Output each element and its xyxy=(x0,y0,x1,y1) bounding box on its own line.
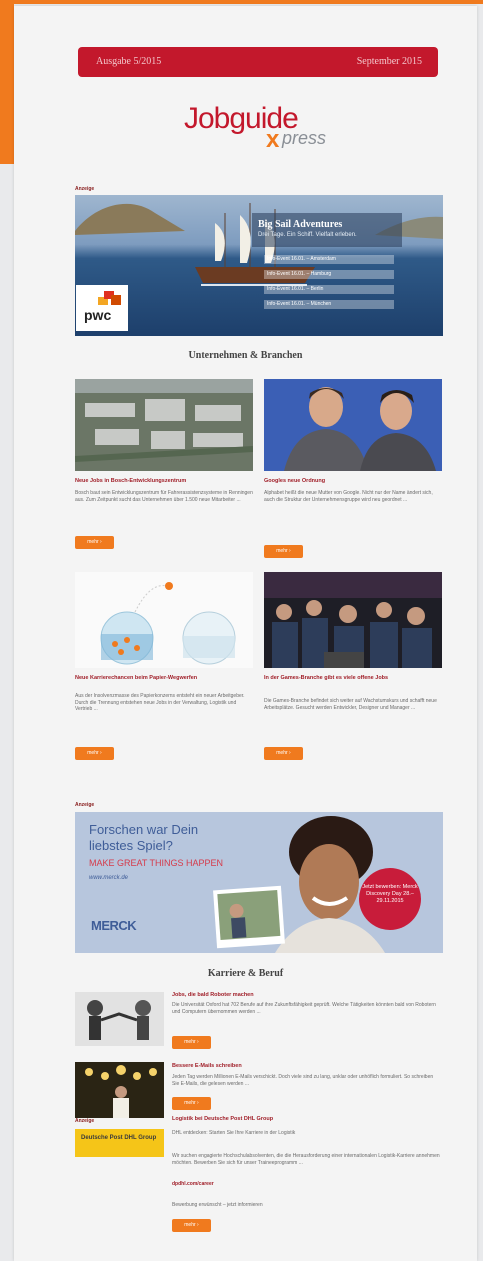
issue-label: Ausgabe 5/2015 xyxy=(96,56,162,67)
career-title[interactable]: Bessere E-Mails schreiben xyxy=(172,1063,440,1070)
ad-label: Anzeige xyxy=(75,802,95,808)
article-more-button[interactable]: mehr › xyxy=(264,747,303,760)
article-title[interactable]: Neue Jobs in Bosch-Entwicklungszentrum xyxy=(75,478,253,485)
banner-event-item[interactable]: Info-Event 16.01. – Hamburg xyxy=(264,270,394,279)
dhl-logo-text: Deutsche Post DHL Group xyxy=(81,1135,157,1141)
top-accent-bar xyxy=(0,0,483,4)
deutsche-post-dhl-logo[interactable]: Deutsche Post DHL Group xyxy=(75,1129,164,1157)
article-more-button[interactable]: mehr › xyxy=(264,545,303,558)
career-title[interactable]: Jobs, die bald Roboter machen xyxy=(172,992,440,999)
career-note: Bewerbung erwünscht – jetzt informieren xyxy=(172,1202,263,1208)
merck-url[interactable]: www.merck.de xyxy=(89,875,128,881)
logo-press-text: press xyxy=(282,128,327,148)
dhl-career-link[interactable]: dpdhl.com/career xyxy=(172,1181,440,1188)
article-teaser: Bosch baut sein Entwicklungszentrum für … xyxy=(75,490,253,503)
section-title-career: Karriere & Beruf xyxy=(207,968,284,979)
career-teaser: Die Universität Oxford hat 702 Berufe au… xyxy=(172,1002,436,1015)
career-image-lightbulbs[interactable] xyxy=(75,1062,164,1118)
merck-headline: Forschen war Dein liebstes Spiel? xyxy=(89,822,199,853)
article-image-goldfish[interactable] xyxy=(75,572,253,668)
article-image-gamers[interactable] xyxy=(264,572,442,668)
career-title[interactable]: Logistik bei Deutsche Post DHL Group xyxy=(172,1116,440,1123)
banner-event-item[interactable]: Info-Event 16.01. – Berlin xyxy=(264,285,394,294)
article-title[interactable]: Googles neue Ordnung xyxy=(264,478,442,485)
side-accent-bar xyxy=(0,0,14,164)
banner-event-item[interactable]: Info-Event 16.01. – Amsterdam xyxy=(264,255,394,264)
career-teaser: Wir suchen engagierte Hochschulabsolvent… xyxy=(172,1153,440,1166)
pwc-logo-text: pwc xyxy=(84,307,112,323)
issue-date: September 2015 xyxy=(356,56,422,67)
logo-x-text: x xyxy=(266,126,280,153)
merck-claim: MAKE GREAT THINGS HAPPEN xyxy=(89,858,224,868)
polaroid-photo xyxy=(213,885,285,949)
merck-banner[interactable]: Forschen war Dein liebstes Spiel? MAKE G… xyxy=(75,812,443,953)
career-teaser: Jeden Tag werden Millionen E-Mails versc… xyxy=(172,1074,434,1087)
article-more-button[interactable]: mehr › xyxy=(75,747,114,760)
jobguide-express-logo[interactable]: Jobguide x press xyxy=(184,102,334,162)
article-teaser: Alphabet heißt die neue Mutter von Googl… xyxy=(264,490,433,503)
article-more-button[interactable]: mehr › xyxy=(75,536,114,549)
career-more-button[interactable]: mehr › xyxy=(172,1036,211,1049)
newsletter-header-bar: Ausgabe 5/2015 September 2015 xyxy=(78,47,438,77)
banner-event-item[interactable]: Info-Event 16.01. – München xyxy=(264,300,394,309)
career-subtitle: DHL entdecken: Starten Sie Ihre Karriere… xyxy=(172,1130,296,1136)
ad-label: Anzeige xyxy=(75,1118,95,1124)
article-image-campus[interactable] xyxy=(75,379,253,471)
logo-jobguide-text: Jobguide xyxy=(184,102,299,135)
career-image-robots[interactable] xyxy=(75,992,164,1046)
article-title[interactable]: Neue Karrierechancen beim Papier-Wegwerf… xyxy=(75,675,253,682)
ad-label: Anzeige xyxy=(75,186,95,192)
pwc-logo-mark-icon xyxy=(98,291,121,305)
article-teaser: Aus der Insolvenzmasse des Papierkonzern… xyxy=(75,693,245,712)
banner-title: Big Sail Adventures xyxy=(258,219,343,230)
pwc-logo: pwc xyxy=(76,285,128,331)
article-title[interactable]: In der Games-Branche gibt es viele offen… xyxy=(264,675,442,682)
merck-cta-badge[interactable]: Jetzt bewerben: Merck Discovery Day 28.–… xyxy=(359,868,421,930)
newsletter-page: Ausgabe 5/2015 September 2015 Jobguide x… xyxy=(14,6,477,1261)
pwc-sailing-banner[interactable]: Big Sail Adventures Drei Tage. Ein Schif… xyxy=(75,195,443,336)
banner-subtitle: Drei Tage. Ein Schiff. Vielfalt erleben. xyxy=(258,232,357,238)
section-title-companies: Unternehmen & Branchen xyxy=(188,350,303,361)
career-more-button[interactable]: mehr › xyxy=(172,1097,211,1110)
article-image-google-founders[interactable] xyxy=(264,379,442,471)
merck-cta-text: Jetzt bewerben: Merck Discovery Day 28.–… xyxy=(362,884,418,904)
merck-logo: MERCK xyxy=(91,918,137,933)
article-teaser: Die Games-Branche befindet sich weiter a… xyxy=(264,698,437,711)
career-more-button[interactable]: mehr › xyxy=(172,1219,211,1232)
